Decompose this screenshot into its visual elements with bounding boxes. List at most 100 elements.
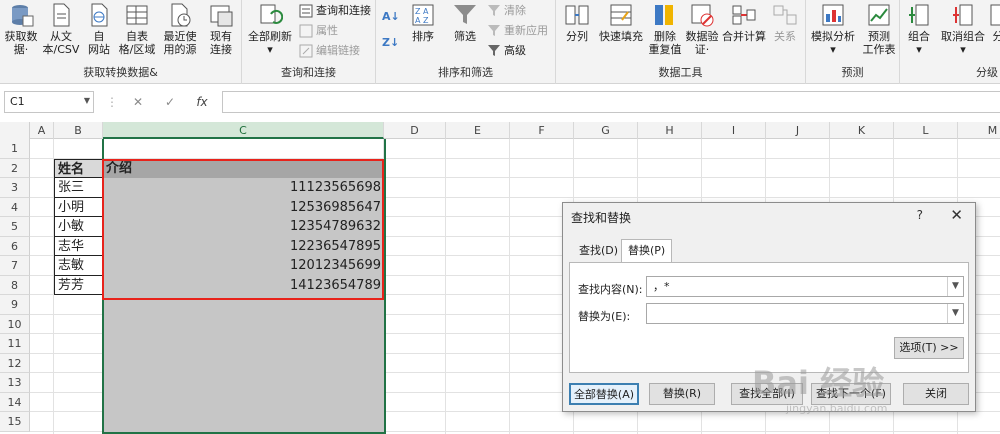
cell-name[interactable]: 志敏 — [54, 256, 103, 276]
edit-links-button[interactable]: 编辑链接 — [298, 42, 360, 60]
close-icon[interactable]: ✕ — [950, 206, 963, 224]
cell-name[interactable]: 志华 — [54, 236, 103, 256]
queries-icon — [299, 4, 313, 18]
svg-text:Bai 经验: Bai 经验 — [752, 364, 884, 402]
row-header-3[interactable]: 3 — [0, 178, 30, 198]
row-header-8[interactable]: 8 — [0, 275, 30, 295]
group-button[interactable]: 组合 ▾ — [902, 2, 936, 56]
filter-button[interactable]: 筛选 — [448, 2, 482, 43]
row-header-4[interactable]: 4 — [0, 197, 30, 217]
flash-fill-button[interactable]: 快速填充 — [596, 2, 646, 43]
group-sort-filter: A↓ Z↓ Z AA Z 排序 筛选 清除 重新应用 高级 排序和筛选 — [376, 0, 556, 84]
tab-replace[interactable]: 替换(P) — [621, 239, 673, 263]
more-options-icon[interactable]: ⋮ — [104, 94, 120, 110]
queries-connections-button[interactable]: 查询和连接 — [298, 2, 371, 20]
column-header-a[interactable]: A — [30, 122, 54, 139]
row-header-2[interactable]: 2 — [0, 158, 30, 178]
row-header-9[interactable]: 9 — [0, 295, 30, 315]
get-data-button[interactable]: 获取数 据· — [2, 2, 40, 56]
table-icon — [126, 5, 148, 25]
svg-text:Z A: Z A — [415, 7, 429, 16]
from-text-label2: 本/CSV — [42, 43, 80, 56]
replace-with-input[interactable]: ▼ — [646, 303, 964, 324]
column-header-c[interactable]: C — [103, 122, 384, 139]
flash-fill-icon — [610, 4, 632, 26]
select-all-corner[interactable] — [0, 122, 30, 139]
replace-button[interactable]: 替换(R) — [649, 383, 715, 405]
column-header-d[interactable]: D — [384, 122, 446, 139]
column-header-j[interactable]: J — [766, 122, 830, 139]
cell-name[interactable]: 张三 — [54, 178, 103, 198]
column-header-h[interactable]: H — [638, 122, 702, 139]
cancel-icon[interactable]: ✕ — [130, 94, 146, 110]
find-what-input[interactable]: ，* ▼ — [646, 276, 964, 297]
options-button[interactable]: 选项(T) >> — [894, 337, 964, 359]
group-data-tools: 分列 快速填充 删除 重复值 数据验 证· 合并计算 关系 数据工具 — [556, 0, 806, 84]
forecast-sheet-button[interactable]: 预测 工作表 — [860, 2, 898, 56]
help-icon[interactable]: ? — [917, 208, 923, 222]
text-to-columns-button[interactable]: 分列 — [560, 2, 594, 43]
recent-sources-button[interactable]: 最近使 用的源 — [160, 2, 200, 56]
svg-text:jingyan.baidu.com: jingyan.baidu.com — [785, 402, 888, 415]
group-label-sort-filter: 排序和筛选 — [438, 66, 493, 79]
what-if-icon — [822, 4, 844, 26]
from-text-button[interactable]: 从文 本/CSV — [40, 2, 82, 56]
formula-input[interactable] — [222, 91, 1000, 113]
column-header-k[interactable]: K — [830, 122, 894, 139]
row-header-7[interactable]: 7 — [0, 256, 30, 276]
row-header-15[interactable]: 15 — [0, 412, 30, 432]
column-header-i[interactable]: I — [702, 122, 766, 139]
replace-dropdown-icon[interactable]: ▼ — [947, 304, 963, 323]
name-box-dropdown-icon[interactable]: ▼ — [80, 91, 94, 113]
consolidate-button[interactable]: 合并计算 — [722, 2, 766, 43]
sort-az-button[interactable]: A↓ — [382, 8, 400, 26]
remove-duplicates-button[interactable]: 删除 重复值 — [648, 2, 682, 56]
row-header-10[interactable]: 10 — [0, 314, 30, 334]
what-if-analysis-button[interactable]: 模拟分析 ▾ — [808, 2, 858, 56]
sort-za-button[interactable]: Z↓ — [382, 34, 399, 52]
enter-icon[interactable]: ✓ — [162, 94, 178, 110]
insert-function-icon[interactable]: fx — [194, 94, 210, 110]
row-header-14[interactable]: 14 — [0, 392, 30, 412]
consolidate-label: 合并计算 — [722, 30, 766, 43]
relationships-button[interactable]: 关系 — [768, 2, 802, 43]
existing-connections-button[interactable]: 现有 连接 — [204, 2, 238, 56]
clear-button[interactable]: 清除 — [486, 2, 526, 20]
column-header-b[interactable]: B — [54, 122, 103, 139]
reapply-button[interactable]: 重新应用 — [486, 22, 548, 40]
cell-name[interactable]: 小敏 — [54, 217, 103, 237]
ungroup-button[interactable]: 取消组合 ▾ — [938, 2, 988, 56]
row-header-13[interactable]: 13 — [0, 373, 30, 393]
reapply-label: 重新应用 — [504, 24, 548, 37]
properties-button[interactable]: 属性 — [298, 22, 338, 40]
cell-b2-header[interactable]: 姓名 — [54, 158, 103, 178]
ungroup-label: 取消组合 — [941, 30, 985, 43]
find-dropdown-icon[interactable]: ▼ — [947, 277, 963, 296]
row-header-1[interactable]: 1 — [0, 139, 30, 159]
cell-name[interactable]: 小明 — [54, 197, 103, 217]
from-table-button[interactable]: 自表 格/区域 — [116, 2, 158, 56]
column-header-f[interactable]: F — [510, 122, 574, 139]
from-web-button[interactable]: 自 网站 — [84, 2, 114, 56]
refresh-all-button[interactable]: 全部刷新 ▾ — [246, 2, 294, 56]
data-validation-label: 数据验 — [685, 30, 719, 43]
column-header-l[interactable]: L — [894, 122, 958, 139]
ungroup-rows-icon — [953, 4, 973, 26]
row-header-12[interactable]: 12 — [0, 353, 30, 373]
row-header-11[interactable]: 11 — [0, 334, 30, 354]
row-header-5[interactable]: 5 — [0, 217, 30, 237]
row-header-6[interactable]: 6 — [0, 236, 30, 256]
cell-name[interactable]: 芳芳 — [54, 275, 103, 295]
column-header-m[interactable]: M — [958, 122, 1000, 139]
subtotal-button[interactable]: 分 — [988, 2, 1000, 43]
advanced-button[interactable]: 高级 — [486, 42, 526, 60]
tab-find[interactable]: 查找(D) — [573, 240, 624, 262]
sort-button[interactable]: Z AA Z 排序 — [406, 2, 440, 43]
column-header-e[interactable]: E — [446, 122, 510, 139]
data-validation-button[interactable]: 数据验 证· — [684, 2, 720, 56]
column-header-g[interactable]: G — [574, 122, 638, 139]
find-what-label: 查找内容(N): — [578, 283, 643, 296]
properties-icon — [299, 24, 313, 38]
group-rows-icon — [909, 4, 929, 26]
replace-all-button[interactable]: 全部替换(A) — [569, 383, 639, 405]
